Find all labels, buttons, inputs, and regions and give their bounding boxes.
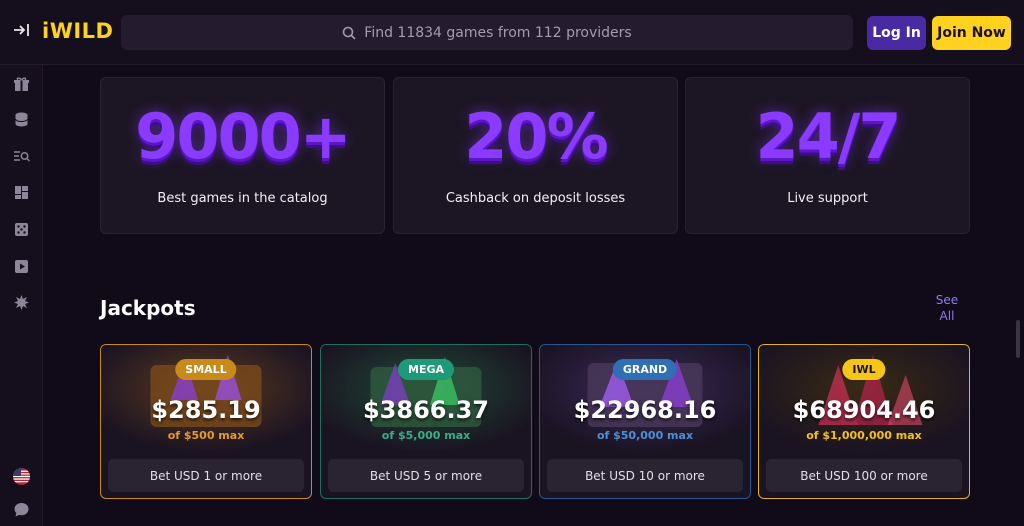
- join-now-button[interactable]: Join Now: [932, 16, 1011, 50]
- bet-button[interactable]: Bet USD 10 or more: [547, 459, 743, 492]
- coins-icon[interactable]: [13, 111, 30, 128]
- jackpot-badge: GRAND: [612, 359, 678, 380]
- jackpot-max: of $1,000,000 max: [806, 429, 922, 442]
- jackpot-amount: $22968.16: [573, 396, 717, 424]
- jackpot-badge: SMALL: [175, 359, 237, 380]
- top-header: iWILD Find 11834 games from 112 provider…: [0, 0, 1024, 65]
- feature-value: 20%: [464, 100, 608, 173]
- jackpot-amount: $68904.46: [792, 396, 936, 424]
- search-input[interactable]: Find 11834 games from 112 providers: [121, 15, 853, 50]
- bet-button[interactable]: Bet USD 100 or more: [766, 459, 962, 492]
- feature-card-cashback: 20% Cashback on deposit losses: [393, 77, 678, 234]
- jackpot-amount: $285.19: [151, 396, 261, 424]
- jackpot-card-iwl[interactable]: IWL $68904.46 of $1,000,000 max Bet USD …: [758, 344, 970, 499]
- search-placeholder: Find 11834 games from 112 providers: [364, 24, 632, 41]
- jackpot-max: of $50,000 max: [596, 429, 694, 442]
- feature-caption: Best games in the catalog: [157, 191, 328, 206]
- feature-card-support: 24/7 Live support: [685, 77, 970, 234]
- jackpot-max: of $5,000 max: [381, 429, 471, 442]
- left-sidebar: [0, 65, 43, 526]
- feature-value: 24/7: [755, 100, 901, 173]
- feature-caption: Live support: [787, 191, 868, 206]
- jackpot-card-grand[interactable]: GRAND $22968.16 of $50,000 max Bet USD 1…: [539, 344, 751, 499]
- login-button[interactable]: Log In: [867, 16, 926, 50]
- jackpot-max: of $500 max: [167, 429, 245, 442]
- jackpot-badge: MEGA: [397, 359, 455, 380]
- jackpot-amount: $3866.37: [362, 396, 489, 424]
- feature-card-games: 9000+ Best games in the catalog: [100, 77, 385, 234]
- jackpots-heading: Jackpots: [100, 296, 196, 320]
- gift-icon[interactable]: [13, 76, 30, 93]
- burst-icon[interactable]: [13, 294, 30, 311]
- see-all-link[interactable]: See All: [932, 292, 962, 324]
- bet-button[interactable]: Bet USD 5 or more: [328, 459, 524, 492]
- jackpot-badge: IWL: [842, 359, 886, 380]
- sidebar-collapse-icon[interactable]: [12, 22, 32, 42]
- site-logo[interactable]: iWILD: [42, 19, 114, 43]
- dice-icon[interactable]: [13, 221, 30, 238]
- jackpot-card-small[interactable]: SMALL $285.19 of $500 max Bet USD 1 or m…: [100, 344, 312, 499]
- us-flag-icon[interactable]: [13, 468, 30, 485]
- page-scrollbar[interactable]: [1016, 320, 1020, 358]
- search-list-icon[interactable]: [13, 148, 31, 165]
- play-icon[interactable]: [13, 258, 30, 275]
- feature-caption: Cashback on deposit losses: [445, 191, 626, 206]
- search-icon: [342, 26, 356, 40]
- jackpot-card-mega[interactable]: MEGA $3866.37 of $5,000 max Bet USD 5 or…: [320, 344, 532, 499]
- feature-value: 9000+: [135, 100, 352, 173]
- bet-button[interactable]: Bet USD 1 or more: [108, 459, 304, 492]
- dashboard-icon[interactable]: [13, 184, 30, 201]
- chat-icon[interactable]: [13, 501, 30, 518]
